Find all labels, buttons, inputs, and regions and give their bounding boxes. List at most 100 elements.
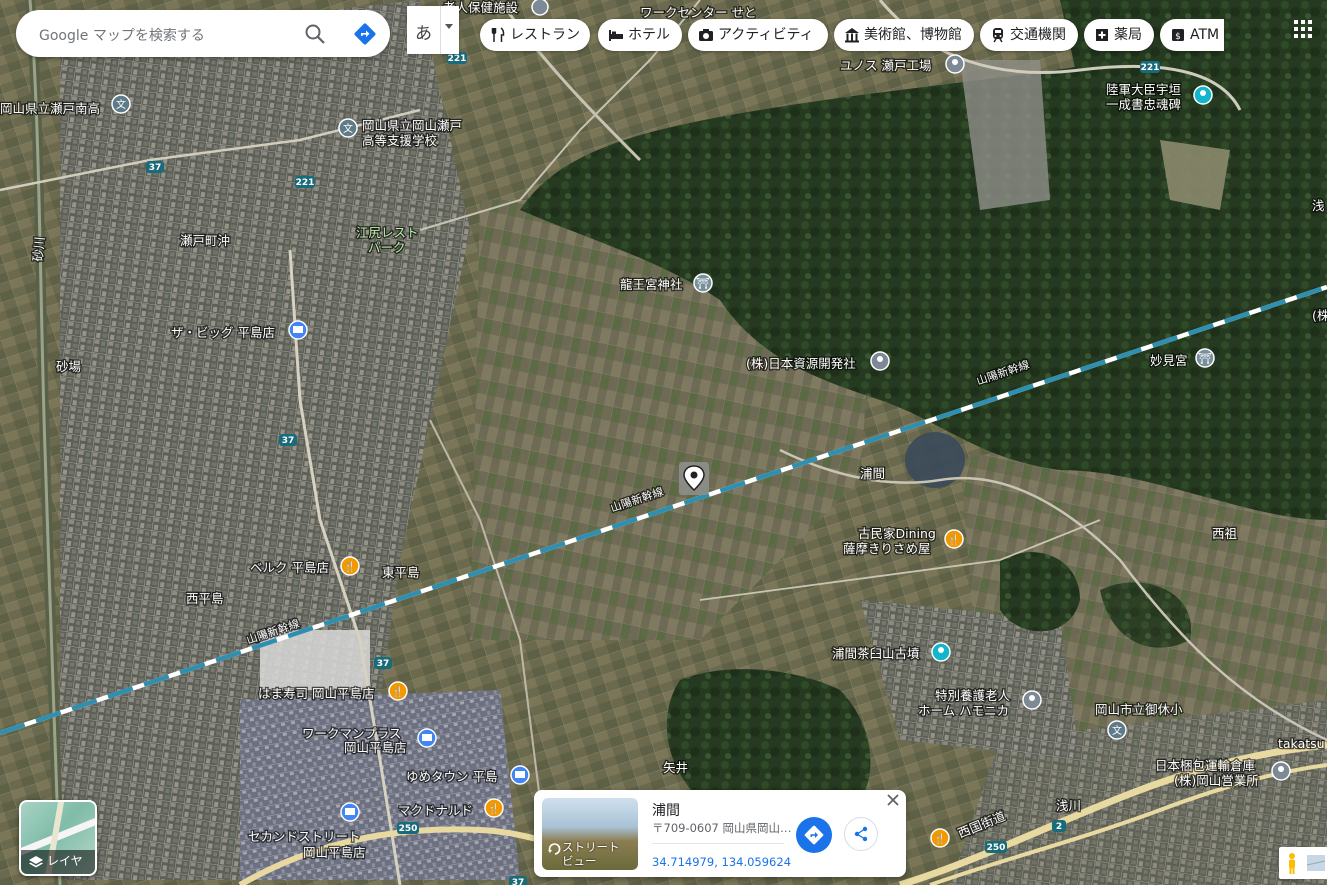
company-pin-nihonshigen[interactable]: [870, 351, 890, 371]
chip-label: アクティビティ: [718, 27, 814, 43]
place-label: 陸軍大臣宇垣: [1106, 82, 1181, 97]
chip-label: ホテル: [628, 27, 670, 43]
company-pin-yunosu[interactable]: [945, 54, 965, 74]
share-icon: [854, 826, 868, 842]
place-label: 高等支援学校: [362, 133, 438, 148]
shop-pin-workman[interactable]: [417, 728, 437, 748]
svg-text:文: 文: [116, 98, 126, 111]
restaurant-pin-bottom[interactable]: 🍴: [930, 828, 950, 848]
chip-hotel[interactable]: ホテル: [598, 19, 682, 51]
dropped-pin-marker[interactable]: [679, 462, 709, 495]
company-pin-workcenter[interactable]: [531, 0, 549, 16]
directions-button[interactable]: [796, 817, 832, 853]
landmark-pin-chausuyama[interactable]: [931, 642, 951, 662]
pegman-icon[interactable]: [1279, 847, 1305, 879]
close-icon[interactable]: [886, 793, 900, 807]
layer-button[interactable]: レイヤ: [19, 800, 97, 876]
place-info-card[interactable]: ストリート ビュー 浦間 〒709-0607 岡山県岡山… 34.714979,…: [534, 790, 906, 877]
directions-icon[interactable]: [352, 21, 378, 47]
place-label: ザ・ビッグ 平島店: [171, 325, 275, 340]
search-icon[interactable]: [303, 22, 327, 46]
place-address: 〒709-0607 岡山県岡山…: [652, 821, 792, 835]
chip-pharmacy[interactable]: 薬局: [1084, 19, 1154, 51]
share-button[interactable]: [844, 817, 878, 851]
ime-toggle[interactable]: あ: [407, 6, 459, 54]
svg-text:🍴: 🍴: [488, 802, 500, 815]
shop-pin-thebig[interactable]: [288, 320, 308, 340]
search-input[interactable]: Google マップを検索する: [39, 25, 205, 45]
place-label: ワークマンプラス: [302, 726, 401, 741]
restaurant-pin-kominka[interactable]: 🍴: [944, 529, 964, 549]
globe-icon: [1306, 855, 1326, 871]
school-pin-gokyuu[interactable]: 文: [1107, 720, 1127, 740]
route-shield-label: 221: [296, 178, 315, 188]
shop-pin-second[interactable]: [340, 802, 360, 822]
route-shield-label: 37: [377, 659, 390, 669]
place-label: マクドナルド: [398, 803, 473, 818]
route-shield-label: 2: [1056, 822, 1062, 832]
place-label: 日本梱包運輸倉庫: [1155, 758, 1255, 773]
pegman-figure: [1289, 853, 1295, 874]
chip-museum[interactable]: 美術館、博物館: [834, 19, 974, 51]
place-label: ワークセンター せと: [640, 5, 756, 20]
chip-label: 美術館、博物館: [864, 27, 962, 43]
place-label: ベルク 平島店: [250, 560, 329, 575]
restaurant-pin-mcdonalds[interactable]: 🍴: [484, 798, 504, 818]
shrine-pin-ryuogu[interactable]: ⛩: [693, 273, 713, 293]
place-label: 浦間茶臼山古墳: [832, 646, 920, 661]
place-label: 矢井: [663, 760, 688, 775]
svg-text:⛩: ⛩: [1198, 352, 1212, 365]
company-pin-roujin[interactable]: [1022, 690, 1042, 710]
chip-transit[interactable]: 交通機関: [980, 19, 1078, 51]
place-label: 特別養護老人: [935, 688, 1011, 703]
place-label: 妙見宮: [1150, 353, 1188, 368]
shop-pin-youme[interactable]: [510, 765, 530, 785]
shrine-pin-myokengu[interactable]: ⛩: [1195, 348, 1215, 368]
apps-grid-icon[interactable]: [1294, 20, 1312, 38]
place-coordinates[interactable]: 34.714979, 134.059624: [652, 855, 791, 869]
place-title: 浦間: [652, 803, 680, 819]
atm-icon: $: [1172, 29, 1184, 42]
place-label: 瀬戸町沖: [180, 233, 230, 248]
place-label: 東平島: [382, 565, 420, 580]
restaurant-pin-berg[interactable]: 🍴: [340, 556, 360, 576]
place-label: 浅: [1312, 198, 1325, 213]
pharmacy-icon: [1096, 29, 1108, 41]
place-label: 龍王宮神社: [620, 277, 683, 292]
fork-knife-icon: [491, 27, 505, 42]
landmark-pin-rikugun[interactable]: [1193, 85, 1213, 105]
place-label: 岡山県立瀬戸南高: [0, 101, 100, 116]
place-label: 浦間: [860, 466, 885, 481]
route-shield-label: 250: [399, 824, 418, 834]
route-shield-label: 37: [512, 878, 525, 885]
place-label: パーク: [368, 240, 406, 255]
school-pin-shienschool[interactable]: 文: [338, 118, 358, 138]
ime-char: あ: [415, 24, 432, 44]
svg-text:🍴: 🍴: [344, 560, 356, 573]
streetview-thumbnail[interactable]: ストリート ビュー: [542, 798, 638, 870]
place-label: takatsu: [1278, 736, 1325, 751]
route-shield-label: 221: [1141, 63, 1160, 73]
layer-label: レイヤ: [47, 854, 83, 868]
school-pin-setominami[interactable]: 文: [111, 94, 131, 114]
place-label: 砂川: [30, 236, 47, 262]
chevron-down-icon[interactable]: [445, 24, 453, 29]
satellite-map[interactable]: 221 221 221 37 37 37 250 250 2 37 文 文 文 …: [0, 0, 1327, 885]
globe-view-thumbnail[interactable]: [1305, 847, 1327, 879]
place-label: 西祖: [1212, 526, 1238, 541]
card-divider: [652, 843, 784, 844]
place-label: (株)日本資源開発社: [746, 356, 856, 371]
route-shield-label: 37: [149, 163, 162, 173]
chip-atm[interactable]: $ ATM: [1160, 19, 1224, 51]
restaurant-pin-hamazushi[interactable]: 🍴: [388, 681, 408, 701]
chip-label: 交通機関: [1010, 27, 1066, 43]
company-pin-konpou[interactable]: [1271, 761, 1291, 781]
camera-icon: [699, 29, 713, 41]
place-label: (株: [1312, 308, 1327, 323]
search-box[interactable]: Google マップを検索する: [16, 10, 390, 57]
svg-text:🍴: 🍴: [392, 685, 404, 698]
chip-activities[interactable]: アクティビティ: [688, 19, 828, 51]
route-shield-label: 37: [282, 436, 295, 446]
place-label: 岡山県立岡山瀬戸: [362, 118, 462, 133]
chip-restaurant[interactable]: レストラン: [480, 19, 590, 51]
